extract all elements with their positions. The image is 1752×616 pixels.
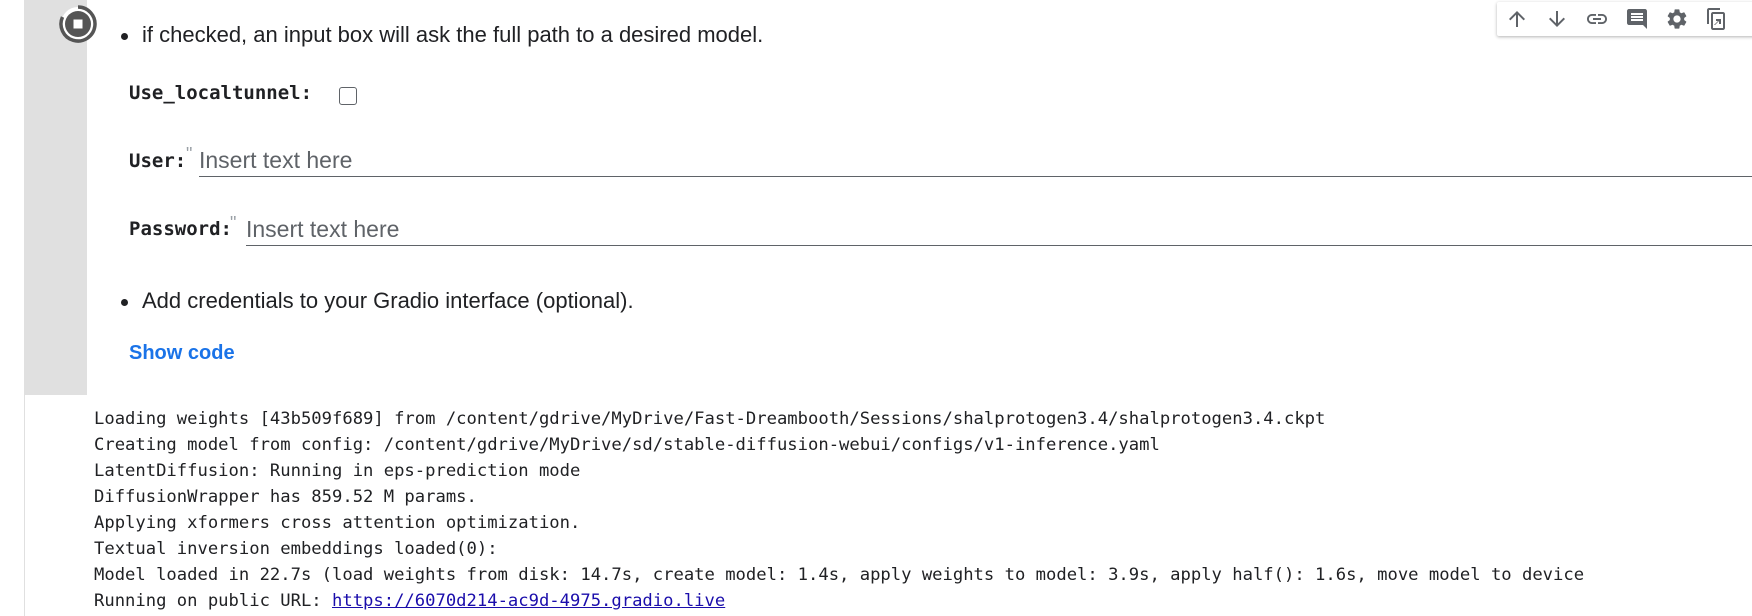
cell-settings-button[interactable] [1663, 6, 1691, 32]
public-url-prefix: Running on public URL: [94, 591, 332, 611]
gear-icon [1667, 9, 1687, 29]
cell-output: Loading weights [43b509f689] from /conte… [94, 406, 1584, 614]
code-cell-form: if checked, an input box will ask the fu… [87, 0, 1752, 395]
cell-toolbar [1497, 2, 1752, 36]
add-comment-button[interactable] [1623, 6, 1651, 32]
arrow-up-icon [1509, 11, 1525, 27]
arrow-down-icon [1549, 11, 1565, 27]
comment-icon [1627, 9, 1647, 29]
link-icon [1587, 14, 1607, 24]
user-string-quote: " [186, 144, 193, 164]
show-code-link[interactable]: Show code [129, 342, 235, 365]
output-line: Model loaded in 22.7s (load weights from… [94, 565, 1585, 585]
password-label: Password: [129, 218, 232, 240]
bullet-credentials-info: Add credentials to your Gradio interface… [121, 288, 634, 313]
mirror-cell-button[interactable] [1703, 6, 1731, 32]
password-string-quote: " [230, 213, 237, 233]
password-input[interactable] [246, 214, 1752, 246]
notebook-left-border [0, 0, 25, 616]
output-line-public-url: Running on public URL: https://6070d214-… [94, 588, 1584, 614]
mirror-cell-icon [1707, 8, 1725, 30]
public-url-link[interactable]: https://6070d214-ac9d-4975.gradio.live [332, 591, 725, 611]
move-cell-up-button[interactable] [1503, 6, 1531, 32]
bullet-custom-model-info: if checked, an input box will ask the fu… [120, 22, 764, 47]
move-cell-down-button[interactable] [1543, 6, 1571, 32]
output-line: LatentDiffusion: Running in eps-predicti… [94, 461, 581, 481]
cell-gutter [25, 0, 97, 395]
user-label: User: [129, 150, 187, 172]
copy-cell-link-button[interactable] [1583, 6, 1611, 32]
output-line: Applying xformers cross attention optimi… [94, 513, 581, 533]
output-line: Textual inversion embeddings loaded(0): [94, 539, 498, 559]
output-line: Loading weights [43b509f689] from /conte… [94, 409, 1326, 429]
output-line: Creating model from config: /content/gdr… [94, 435, 1160, 455]
output-line: DiffusionWrapper has 859.52 M params. [94, 487, 477, 507]
user-input[interactable] [199, 145, 1752, 177]
use-localtunnel-checkbox[interactable] [339, 87, 357, 105]
use-localtunnel-label: Use_localtunnel: [129, 82, 313, 104]
